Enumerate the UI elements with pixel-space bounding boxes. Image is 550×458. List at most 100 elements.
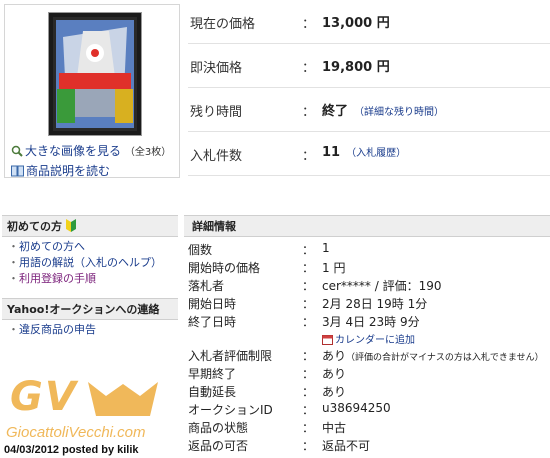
bidder-rating-limit-note: （評価の合計がマイナスの方は入札できません）	[346, 353, 544, 363]
colon: ：	[302, 149, 316, 164]
contact-section-title: Yahoo!オークションへの連絡	[7, 303, 160, 316]
time-left-label: 残り時間	[190, 105, 243, 120]
current-price-value: 13,000 円	[322, 16, 390, 31]
buyout-price-row: 即決価格 ： 19,800 円	[188, 44, 550, 88]
colon: ：	[302, 421, 315, 435]
time-left-status: 終了	[322, 104, 349, 119]
colon: ：	[302, 385, 315, 399]
colon: ：	[302, 315, 315, 329]
table-row: 開始時の価格 ： 1 円	[188, 258, 550, 276]
colon: ：	[302, 349, 315, 363]
buyout-price-label: 即決価格	[190, 61, 243, 76]
list-item: 利用登録の手順	[8, 271, 162, 287]
start-price-value: 1 円	[322, 261, 346, 275]
time-left-row: 残り時間 ： 終了 （詳細な残り時間）	[188, 88, 550, 132]
item-condition-value: 中古	[322, 421, 347, 435]
table-row: 落札者 ： cer***** / 評価：190	[188, 276, 550, 294]
bid-history-link[interactable]: （入札履歴）	[346, 148, 406, 159]
auction-id-value: u38694250	[322, 401, 391, 415]
detail-info-header: 詳細情報	[184, 215, 550, 237]
detailed-time-left-link[interactable]: （詳細な残り時間）	[354, 107, 444, 118]
returns-label: 返品の可否	[188, 439, 249, 453]
list-item: 初めての方へ	[8, 239, 162, 255]
read-description-row: 商品説明を読む	[11, 162, 171, 180]
colon: ：	[302, 243, 315, 257]
watermark-logo-text: GV	[10, 374, 78, 420]
buyout-price-value: 19,800 円	[322, 60, 390, 75]
end-date-label: 終了日時	[188, 315, 237, 329]
glossary-link[interactable]: 用語の解説（入札のヘルプ）	[19, 256, 162, 269]
view-large-image-link[interactable]: 大きな画像を見る	[25, 144, 121, 158]
watermark-posted-by: 04/03/2012 posted by kilik	[4, 444, 139, 456]
start-price-label: 開始時の価格	[188, 261, 261, 275]
auto-extend-value: あり	[322, 385, 347, 399]
for-beginners-link[interactable]: 初めての方へ	[19, 240, 85, 253]
registration-steps-link[interactable]: 利用登録の手順	[19, 272, 96, 285]
watermark-site: GiocattoliVecchi.com	[6, 424, 146, 441]
time-left-value: 終了 （詳細な残り時間）	[322, 100, 444, 119]
add-calendar-row: カレンダーに追加	[322, 331, 415, 346]
table-row: 入札者評価制限 ： あり（評価の合計がマイナスの方は入札できません）	[188, 346, 550, 364]
bid-count-row: 入札件数 ： 11 （入札履歴）	[188, 132, 550, 176]
early-end-value: あり	[322, 367, 347, 381]
table-row: 開始日時 ： 2月 28日 19時 1分	[188, 294, 550, 312]
list-item: 用語の解説（入札のヘルプ）	[8, 255, 162, 271]
bid-count-number: 11	[322, 145, 341, 160]
end-date-value: 3月 4日 23時 9分	[322, 315, 420, 329]
contact-links: 違反商品の申告	[8, 322, 96, 338]
product-thumbnail[interactable]	[49, 13, 141, 135]
magnifier-icon	[11, 145, 23, 157]
add-to-calendar-link[interactable]: カレンダーに追加	[335, 335, 415, 346]
beginner-leaf-icon	[65, 219, 76, 232]
current-price-label: 現在の価格	[190, 17, 256, 32]
beginner-links: 初めての方へ 用語の解説（入札のヘルプ） 利用登録の手順	[8, 239, 162, 287]
contact-section-header: Yahoo!オークションへの連絡	[2, 298, 178, 320]
quantity-value: 1	[322, 241, 330, 255]
bid-count-value: 11 （入札履歴）	[322, 144, 406, 160]
colon: ：	[302, 105, 316, 120]
colon: ：	[302, 17, 316, 32]
image-count-note: （全3枚）	[124, 147, 172, 158]
toy-box-art-icon	[53, 17, 137, 131]
detail-info-table: 個数 ： 1 開始時の価格 ： 1 円 落札者 ： cer***** / 評価：…	[188, 240, 550, 454]
table-row: 自動延長 ： あり	[188, 382, 550, 400]
table-row: カレンダーに追加	[188, 330, 550, 346]
colon: ：	[302, 279, 315, 293]
winner-value[interactable]: cer***** / 評価：190	[322, 277, 442, 294]
start-date-value: 2月 28日 19時 1分	[322, 297, 428, 311]
colon: ：	[302, 297, 315, 311]
auction-id-label: オークションID	[188, 403, 273, 417]
colon: ：	[302, 61, 316, 76]
auto-extend-label: 自動延長	[188, 385, 237, 399]
winner-label: 落札者	[188, 279, 225, 293]
list-item: 違反商品の申告	[8, 322, 96, 338]
bidder-rating-limit-label: 入札者評価制限	[188, 349, 273, 363]
price-table: 現在の価格 ： 13,000 円 即決価格 ： 19,800 円 残り時間 ： …	[188, 0, 550, 176]
detail-info-title: 詳細情報	[192, 220, 236, 233]
product-image-panel: 大きな画像を見る （全3枚） 商品説明を読む	[4, 4, 180, 178]
table-row: 商品の状態 ： 中古	[188, 418, 550, 436]
returns-value: 返品不可	[322, 439, 371, 453]
table-row: 終了日時 ： 3月 4日 23時 9分	[188, 312, 550, 330]
colon: ：	[302, 261, 315, 275]
table-row: 返品の可否 ： 返品不可	[188, 436, 550, 454]
watermark: GV GiocattoliVecchi.com 04/03/2012 poste…	[0, 372, 190, 458]
bidder-rating-limit-flag: あり	[322, 349, 347, 363]
book-icon	[11, 165, 24, 177]
table-row: オークションID ： u38694250	[188, 400, 550, 418]
colon: ：	[302, 367, 315, 381]
view-large-image-row: 大きな画像を見る （全3枚）	[11, 142, 171, 162]
beginner-section-title: 初めての方	[7, 220, 62, 233]
early-end-label: 早期終了	[188, 367, 237, 381]
bidder-rating-limit-value: あり（評価の合計がマイナスの方は入札できません）	[322, 347, 544, 364]
beginner-section-header: 初めての方	[2, 215, 178, 237]
start-date-label: 開始日時	[188, 297, 237, 311]
table-row: 早期終了 ： あり	[188, 364, 550, 382]
report-violation-link[interactable]: 違反商品の申告	[19, 323, 96, 336]
item-condition-label: 商品の状態	[188, 421, 249, 435]
current-price-row: 現在の価格 ： 13,000 円	[188, 0, 550, 44]
calendar-icon	[322, 335, 333, 345]
crown-logo-icon	[88, 382, 158, 416]
bid-count-label: 入札件数	[190, 149, 243, 164]
read-description-link[interactable]: 商品説明を読む	[26, 164, 110, 178]
